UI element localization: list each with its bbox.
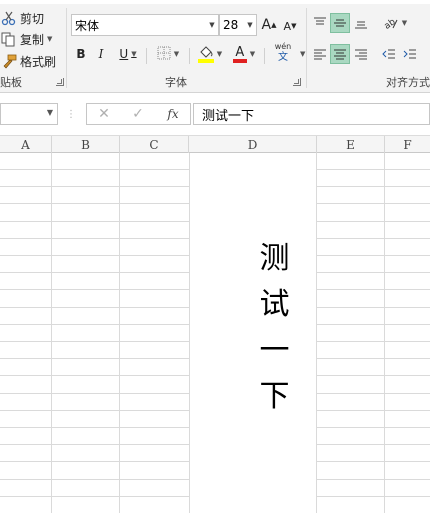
increase-indent-icon: [403, 49, 416, 59]
decrease-indent-button[interactable]: [379, 44, 399, 64]
grow-font-button[interactable]: A ▲: [261, 15, 277, 35]
alignment-group-label: 对齐方式: [386, 76, 430, 89]
column-header-a[interactable]: A: [0, 136, 52, 153]
column-header-d[interactable]: D: [189, 136, 317, 153]
clipboard-launcher-icon[interactable]: [56, 78, 64, 86]
scissors-icon: [0, 10, 18, 26]
insert-function-button[interactable]: fx: [162, 103, 184, 125]
column-header-row: A B C D E F: [0, 136, 430, 153]
cell-char: 一: [259, 333, 290, 368]
chevron-down-icon[interactable]: ▼: [131, 50, 136, 58]
group-separator: [306, 8, 307, 88]
copy-label: 复制: [20, 32, 45, 47]
chevron-down-icon[interactable]: ▼: [217, 50, 222, 58]
align-bottom-button[interactable]: [351, 13, 371, 33]
divider: [146, 48, 147, 64]
format-painter-button[interactable]: 格式刷: [0, 51, 56, 71]
align-right-button[interactable]: [351, 44, 371, 64]
decrease-indent-icon: [382, 49, 395, 59]
font-group-label: 字体: [165, 76, 187, 89]
font-name-select[interactable]: 宋体 ▼: [71, 14, 219, 36]
name-box[interactable]: ▼: [0, 103, 58, 125]
formula-input[interactable]: 测试一下: [193, 103, 430, 125]
font-color-swatch: [232, 59, 247, 63]
fill-color-swatch: [197, 59, 214, 63]
bold-icon: B: [76, 47, 86, 61]
font-color-icon: A: [232, 45, 247, 63]
align-center-icon: [334, 49, 346, 60]
cell-grid[interactable]: 测 试 一 下: [0, 153, 430, 513]
align-right-icon: [355, 49, 367, 60]
phonetic-bottom: 文: [278, 52, 288, 63]
copy-dropdown-icon[interactable]: ▼: [47, 35, 52, 43]
brush-icon: [0, 53, 18, 69]
font-size-select[interactable]: 28 ▼: [219, 14, 257, 36]
shrink-font-button[interactable]: A ▼: [282, 16, 298, 36]
text-orientation-icon: ab: [383, 17, 398, 30]
chevron-down-icon[interactable]: ▼: [47, 108, 53, 117]
italic-button[interactable]: I: [93, 44, 109, 64]
cell-char: 下: [259, 379, 290, 414]
font-color-button[interactable]: A ▼: [229, 44, 259, 64]
column-gridline: [119, 153, 120, 513]
chevron-down-icon[interactable]: ▼: [300, 50, 305, 58]
shrink-font-icon: A: [283, 19, 292, 33]
paint-bucket-icon: [197, 45, 214, 63]
chevron-down-icon[interactable]: ▼: [206, 21, 218, 29]
cancel-button[interactable]: ✕: [94, 103, 114, 125]
format-painter-label: 格式刷: [20, 54, 57, 69]
cut-label: 剪切: [20, 11, 45, 26]
increase-indent-button[interactable]: [400, 44, 420, 64]
grip-icon: ⋮: [66, 108, 76, 120]
column-header-c[interactable]: C: [120, 136, 189, 153]
divider: [189, 48, 190, 64]
align-top-button[interactable]: [310, 13, 330, 33]
grow-font-icon: A: [261, 17, 272, 33]
formula-bar: ▼ ⋮ ✕ ✓ fx 测试一下: [0, 93, 430, 136]
borders-button[interactable]: ▼: [152, 44, 184, 64]
cell-char: 测: [259, 241, 290, 276]
align-left-icon: [314, 49, 326, 60]
align-bottom-icon: [355, 21, 367, 29]
vertical-cell-text: 测 试 一 下: [232, 236, 317, 420]
divider: [264, 48, 265, 64]
chevron-down-icon[interactable]: ▼: [244, 21, 256, 29]
ribbon: 剪切 复制 ▼ 格式刷 贴板 宋体 ▼ 28 ▼ A▲ A▼ B I U▼: [0, 0, 430, 93]
italic-icon: I: [98, 47, 104, 61]
column-header-f[interactable]: F: [385, 136, 430, 153]
group-separator: [66, 8, 67, 88]
align-middle-button[interactable]: [330, 13, 350, 33]
fill-color-button[interactable]: ▼: [195, 44, 225, 64]
column-header-b[interactable]: B: [52, 136, 120, 153]
ribbon-top-strip: [0, 0, 430, 4]
phonetic-guide-button[interactable]: wén 文: [270, 42, 296, 66]
font-color-letter: A: [235, 45, 245, 60]
cell-char: 试: [259, 287, 290, 322]
bold-button[interactable]: B: [73, 44, 89, 64]
column-gridline: [384, 153, 385, 513]
align-middle-icon: [334, 19, 346, 27]
chevron-down-icon[interactable]: ▼: [250, 50, 255, 58]
font-launcher-icon[interactable]: [293, 78, 301, 86]
border-icon: [157, 46, 171, 63]
underline-icon: U: [119, 47, 129, 61]
column-gridline: [51, 153, 52, 513]
align-top-icon: [314, 17, 326, 25]
chevron-down-icon[interactable]: ▼: [174, 50, 179, 58]
align-left-button[interactable]: [310, 44, 330, 64]
phonetic-top: wén: [274, 42, 292, 51]
copy-button[interactable]: 复制 ▼: [0, 29, 52, 49]
orientation-button[interactable]: ab ▼: [380, 13, 410, 33]
align-center-button[interactable]: [330, 44, 350, 64]
font-name-value: 宋体: [75, 18, 100, 33]
column-header-e[interactable]: E: [317, 136, 385, 153]
underline-button[interactable]: U ▼: [114, 44, 142, 64]
chevron-down-icon[interactable]: ▼: [402, 19, 407, 27]
clipboard-group-label: 贴板: [0, 76, 22, 89]
enter-button[interactable]: ✓: [128, 103, 148, 125]
cut-button[interactable]: 剪切: [0, 8, 44, 28]
copy-icon: [0, 31, 18, 47]
font-size-value: 28: [223, 18, 239, 32]
